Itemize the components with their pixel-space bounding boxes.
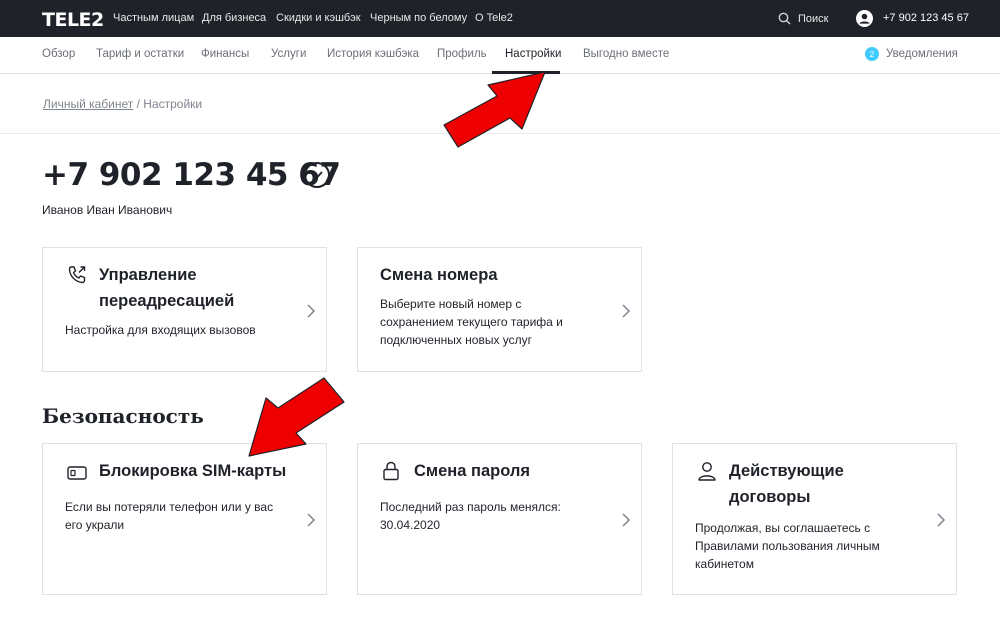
card-desc-line: подключенных новых услуг xyxy=(380,333,533,347)
card-title-line1: Смена номера xyxy=(380,266,498,284)
chevron-right-icon xyxy=(307,304,316,318)
breadcrumb: Личный кабинет / Настройки xyxy=(43,97,202,111)
topnav-about[interactable]: О Tele2 xyxy=(475,12,513,24)
tab-finance[interactable]: Финансы xyxy=(201,48,249,60)
card-desc-line: Правилами пользования личным xyxy=(695,539,880,553)
chevron-right-icon xyxy=(307,513,316,527)
user-menu[interactable]: +7 902 123 45 67 xyxy=(856,9,969,27)
chevron-right-icon xyxy=(622,513,631,527)
search-icon xyxy=(778,12,791,25)
tab-tariff[interactable]: Тариф и остатки xyxy=(96,48,184,60)
number-switch-button[interactable] xyxy=(304,162,330,188)
card-desc-line: 30.04.2020 xyxy=(380,518,441,532)
sim-block-card[interactable]: Блокировка SIM-карты Если вы потеряли те… xyxy=(42,443,327,595)
lock-icon xyxy=(383,461,399,481)
card-desc-line: Выберите новый номер с xyxy=(380,297,522,311)
card-title-line1: Смена пароля xyxy=(414,462,531,480)
notifications-label: Уведомления xyxy=(886,48,958,60)
header-divider xyxy=(0,133,1000,134)
topnav-private[interactable]: Частным лицам xyxy=(113,12,194,24)
sim-card-icon xyxy=(67,466,87,480)
change-password-card[interactable]: Смена пароля Последний раз пароль менялс… xyxy=(357,443,642,595)
tele2-logo[interactable]: TELE2 xyxy=(42,9,104,31)
search-label: Поиск xyxy=(798,12,829,25)
top-bar: TELE2 Частным лицам Для бизнеса Скидки и… xyxy=(0,0,1000,37)
red-arrow-to-settings-tab xyxy=(443,71,546,148)
breadcrumb-root-link[interactable]: Личный кабинет xyxy=(43,97,133,111)
active-tab-indicator xyxy=(492,71,560,74)
chevron-right-icon xyxy=(622,304,631,318)
card-title-line1: Блокировка SIM-карты xyxy=(99,462,287,480)
user-phone: +7 902 123 45 67 xyxy=(883,12,969,24)
account-phone-number: +7 902 123 45 67 xyxy=(42,157,341,193)
account-nav: Обзор Тариф и остатки Финансы Услуги Ист… xyxy=(0,37,1000,74)
change-number-card[interactable]: Смена номера Выберите новый номер с сохр… xyxy=(357,247,642,372)
contracts-card[interactable]: Действующие договоры Продолжая, вы согла… xyxy=(672,443,957,595)
breadcrumb-separator: / xyxy=(133,97,144,111)
tab-together[interactable]: Выгодно вместе xyxy=(583,48,669,60)
card-title-line1: Управление xyxy=(99,266,197,284)
tab-profile[interactable]: Профиль xyxy=(437,48,487,60)
chevron-down-icon xyxy=(311,171,323,179)
tab-cashback-history[interactable]: История кэшбэка xyxy=(327,48,419,60)
breadcrumb-current: Настройки xyxy=(143,97,203,111)
user-icon xyxy=(698,462,716,481)
chevron-right-icon xyxy=(937,513,946,527)
topnav-business[interactable]: Для бизнеса xyxy=(202,12,266,24)
call-forwarding-card[interactable]: Управление переадресацией Настройка для … xyxy=(42,247,327,372)
tab-overview[interactable]: Обзор xyxy=(42,48,75,60)
topnav-discounts[interactable]: Скидки и кэшбэк xyxy=(276,12,361,24)
notifications-button[interactable]: 2 Уведомления xyxy=(865,47,958,61)
card-desc-line: Если вы потеряли телефон или у вас xyxy=(65,500,274,514)
card-desc-line: Последний раз пароль менялся: xyxy=(380,500,561,514)
topnav-black-on-white[interactable]: Черным по белому xyxy=(370,12,467,24)
search-button[interactable]: Поиск xyxy=(778,10,828,27)
security-section-title: Безопасность xyxy=(42,404,204,428)
card-title-line2: договоры xyxy=(729,488,811,506)
card-title-line1: Действующие xyxy=(729,462,844,480)
user-avatar-icon xyxy=(856,9,873,27)
card-title-line2: переадресацией xyxy=(99,292,235,310)
phone-forward-icon xyxy=(68,266,86,284)
tab-settings[interactable]: Настройки xyxy=(505,48,561,60)
tab-services[interactable]: Услуги xyxy=(271,48,306,60)
notifications-badge: 2 xyxy=(865,47,879,61)
account-owner-name: Иванов Иван Иванович xyxy=(42,203,173,217)
card-desc-line: Продолжая, вы соглашаетесь с xyxy=(695,521,871,535)
card-desc-line: его украли xyxy=(65,518,125,532)
card-desc-line: Настройка для входящих вызовов xyxy=(65,323,256,337)
card-desc-line: сохранением текущего тарифа и xyxy=(380,315,563,329)
card-desc-line: кабинетом xyxy=(695,557,754,571)
